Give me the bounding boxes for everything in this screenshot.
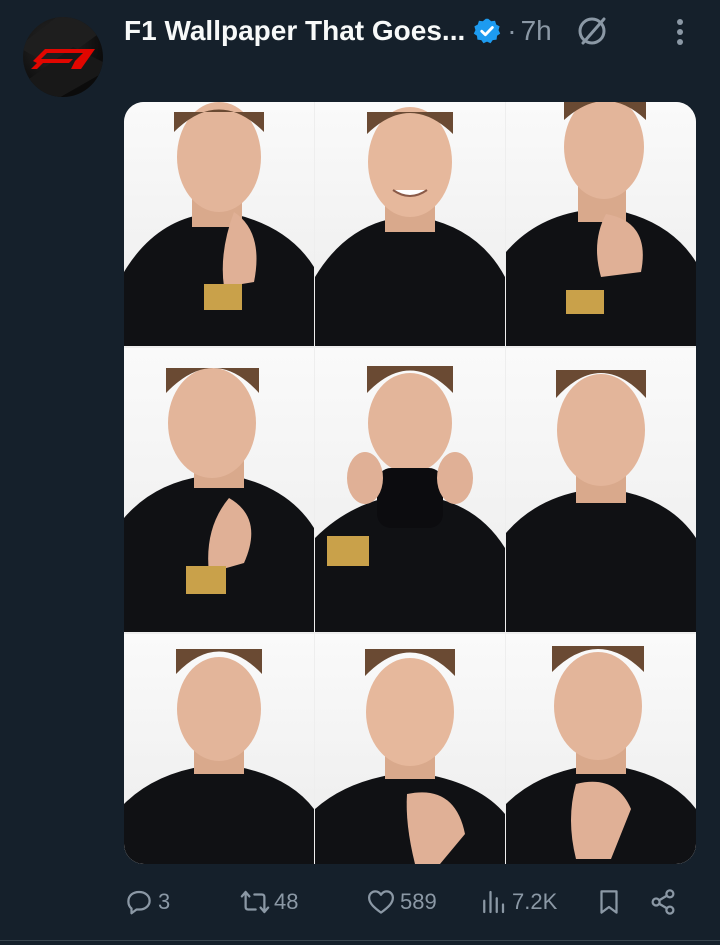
more-vertical-icon[interactable] bbox=[668, 16, 692, 48]
views-count: 7.2K bbox=[512, 889, 558, 914]
photo-portrait[interactable] bbox=[315, 102, 505, 346]
media-grid[interactable] bbox=[124, 102, 696, 864]
reply-icon bbox=[127, 890, 151, 915]
no-sign-icon[interactable] bbox=[574, 13, 610, 49]
display-name[interactable]: F1 Wallpaper That Goes... bbox=[124, 15, 465, 47]
avatar[interactable] bbox=[23, 17, 103, 97]
photo-portrait[interactable] bbox=[506, 348, 696, 632]
retweet-count: 48 bbox=[274, 889, 299, 914]
bookmark-icon bbox=[600, 890, 618, 914]
verified-badge-icon bbox=[474, 18, 501, 44]
photo-portrait[interactable] bbox=[506, 102, 696, 346]
like-button[interactable]: 589 bbox=[366, 882, 437, 922]
photo-portrait[interactable] bbox=[124, 634, 314, 864]
timestamp[interactable]: 7h bbox=[521, 15, 552, 47]
photo-portrait[interactable] bbox=[315, 634, 505, 864]
reply-button[interactable]: 3 bbox=[124, 882, 170, 922]
tweet-card[interactable]: F1 Wallpaper That Goes... · 7h 3 48 589 … bbox=[0, 0, 720, 945]
photo-portrait[interactable] bbox=[124, 102, 314, 346]
bookmark-button[interactable] bbox=[594, 882, 624, 922]
photo-portrait[interactable] bbox=[506, 634, 696, 864]
like-count: 589 bbox=[400, 889, 437, 914]
separator-dot: · bbox=[507, 15, 517, 46]
share-button[interactable] bbox=[648, 882, 678, 922]
divider bbox=[0, 940, 720, 941]
f1-logo-icon bbox=[23, 17, 103, 97]
photo-portrait[interactable] bbox=[315, 348, 505, 632]
retweet-icon bbox=[240, 890, 270, 914]
share-icon bbox=[651, 889, 675, 915]
reply-count: 3 bbox=[158, 889, 171, 914]
heart-icon bbox=[368, 890, 394, 914]
analytics-icon bbox=[483, 890, 505, 914]
views-button[interactable]: 7.2K bbox=[478, 882, 557, 922]
tweet-header: F1 Wallpaper That Goes... · 7h bbox=[124, 10, 610, 52]
photo-portrait[interactable] bbox=[124, 348, 314, 632]
retweet-button[interactable]: 48 bbox=[240, 882, 298, 922]
action-bar: 3 48 589 7.2K bbox=[124, 882, 696, 922]
